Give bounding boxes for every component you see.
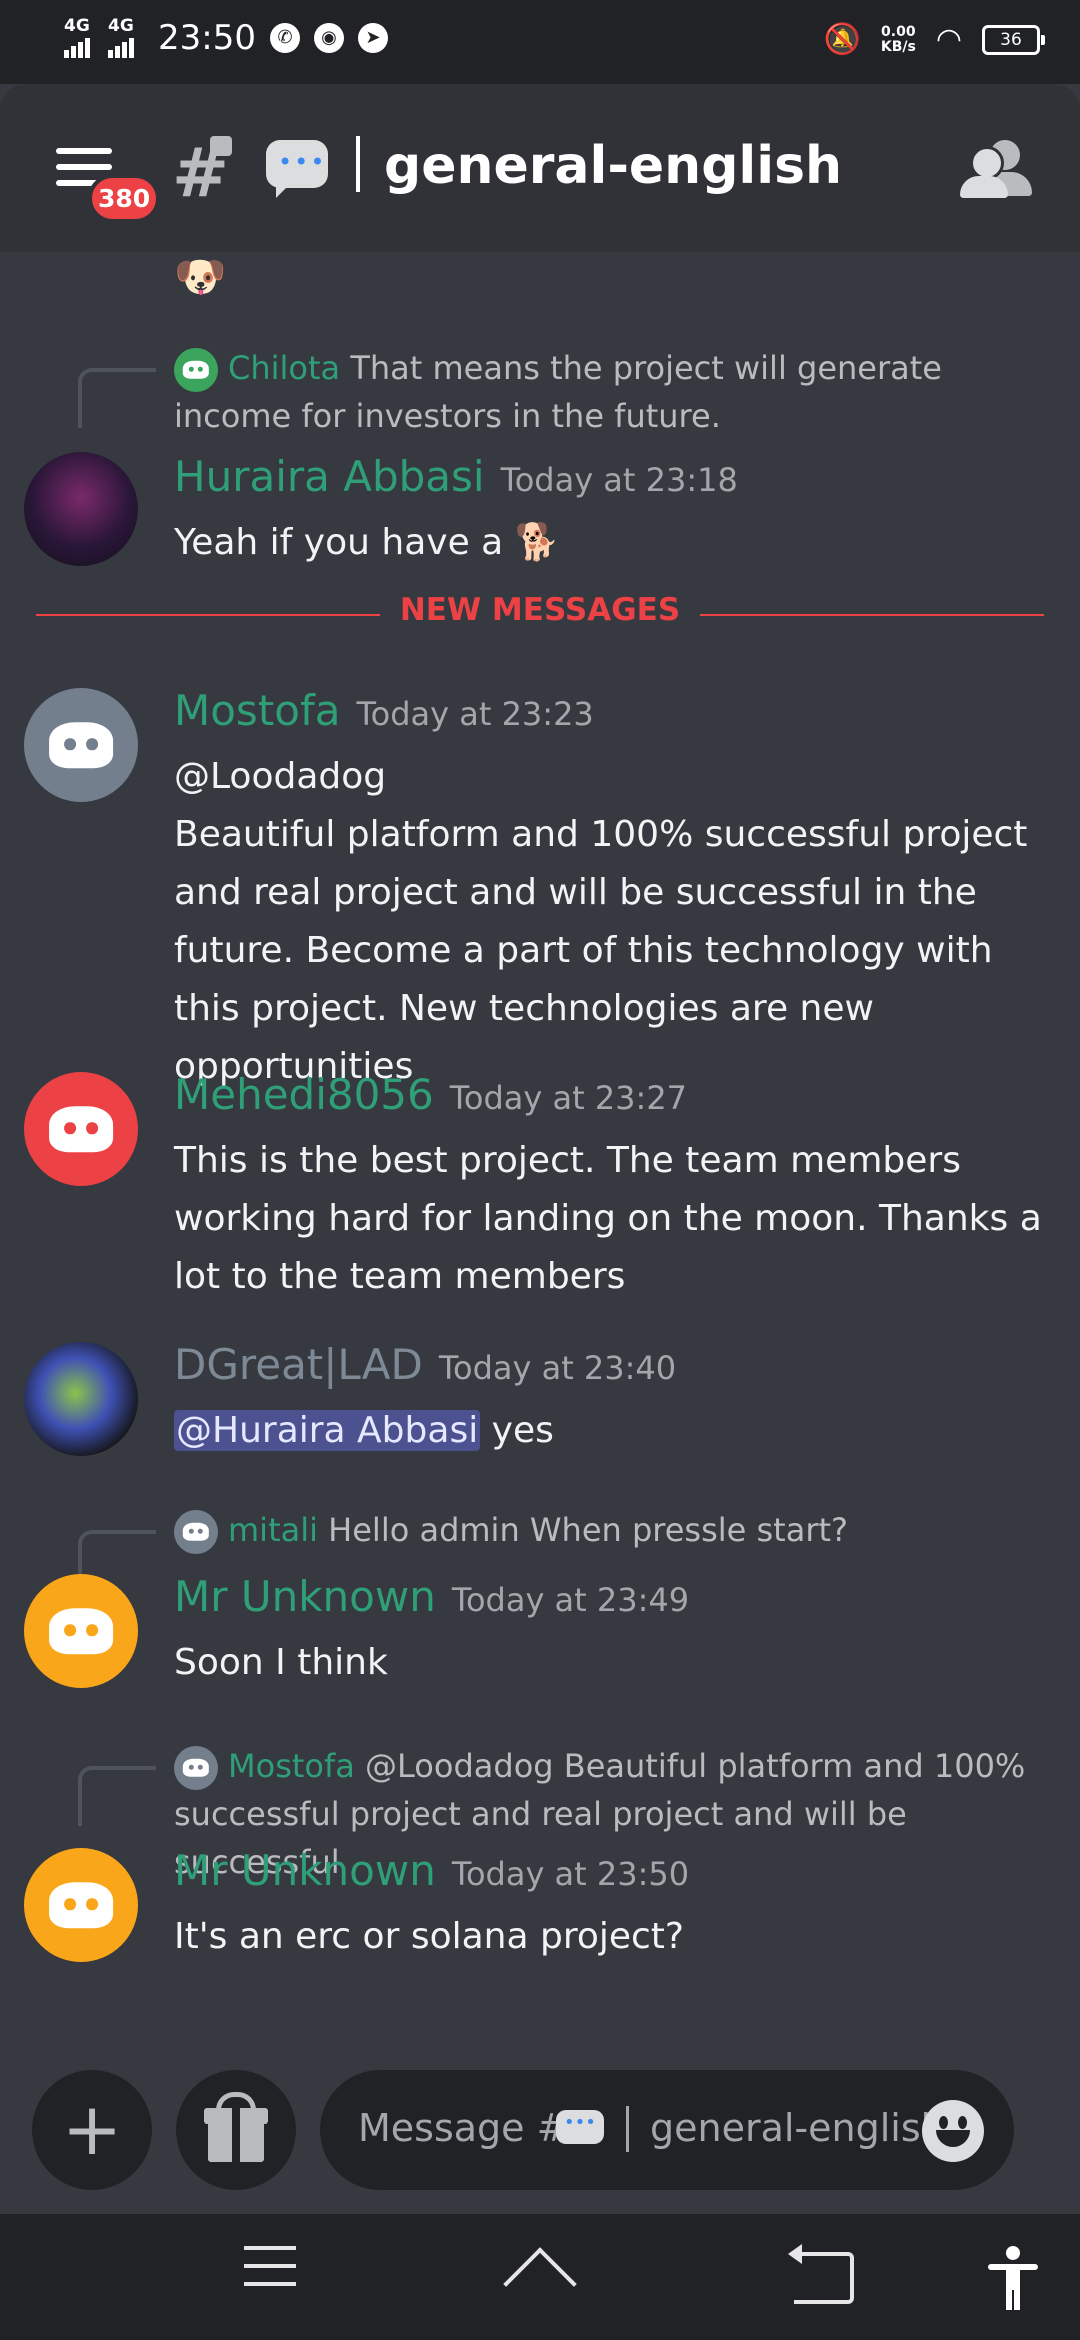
placeholder-channel: general-english xyxy=(650,2106,945,2150)
discord-icon: ◉ xyxy=(313,23,344,53)
divider xyxy=(356,136,360,192)
avatar[interactable] xyxy=(24,1574,138,1688)
add-attachment-button[interactable]: + xyxy=(32,2070,152,2190)
placeholder-prefix: Message # xyxy=(358,2106,569,2150)
divider xyxy=(626,2106,629,2152)
discord-avatar-icon xyxy=(174,1510,218,1554)
timestamp: Today at 23:23 xyxy=(356,695,594,733)
dog-emoji: 🐶 xyxy=(174,252,227,301)
members-icon[interactable] xyxy=(960,140,1036,198)
message-input[interactable]: Message # general-english xyxy=(320,2070,1014,2190)
author-name[interactable]: Mr Unknown xyxy=(174,1846,436,1895)
message-header: Mr Unknown Today at 23:50 xyxy=(174,1846,689,1895)
reply-preview[interactable]: Chilota That means the project will gene… xyxy=(174,344,1050,440)
avatar[interactable] xyxy=(24,452,138,566)
status-bar: 4G 4G 23:50 ✆ ◉ ➤ 🔕 0.00 KB/s ◠ 36 xyxy=(0,0,1080,84)
gift-button[interactable] xyxy=(176,2070,296,2190)
avatar[interactable] xyxy=(24,688,138,802)
mute-bell-icon: 🔕 xyxy=(823,22,861,57)
wifi-icon: ◠ xyxy=(935,22,962,57)
channel-header: 380 # general-english xyxy=(0,84,1080,252)
lock-icon xyxy=(210,136,232,156)
message-header: Mehedi8056 Today at 23:27 xyxy=(174,1070,687,1119)
message-header: DGreat|LAD Today at 23:40 xyxy=(174,1340,676,1389)
accessibility-icon[interactable] xyxy=(988,2246,1038,2310)
avatar[interactable] xyxy=(24,1848,138,1962)
mention[interactable]: @Huraira Abbasi xyxy=(174,1410,481,1451)
signal-icon-2: 4G xyxy=(108,16,138,58)
home-icon[interactable] xyxy=(503,2246,577,2321)
author-name[interactable]: Mostofa xyxy=(174,686,341,735)
message-text: Soon I think xyxy=(174,1642,388,1683)
avatar[interactable] xyxy=(24,1342,138,1456)
discord-avatar-icon xyxy=(174,348,218,392)
message-list[interactable]: 🐶 Chilota That means the project will ge… xyxy=(0,252,1080,2060)
author-name[interactable]: Mr Unknown xyxy=(174,1572,436,1621)
avatar[interactable] xyxy=(24,1072,138,1186)
message-text: @Loodadog Beautiful platform and 100% su… xyxy=(174,748,1058,1096)
channel-title[interactable]: general-english xyxy=(384,136,842,196)
reply-preview[interactable]: mitali Hello admin When pressle start? xyxy=(174,1506,1050,1554)
author-name[interactable]: DGreat|LAD xyxy=(174,1340,423,1389)
speech-bubble-icon xyxy=(266,140,328,198)
recent-apps-icon[interactable] xyxy=(244,2246,296,2300)
back-icon[interactable] xyxy=(788,2244,854,2304)
message-text: It's an erc or solana project? xyxy=(174,1916,685,1957)
message-text: @Huraira Abbasi yes xyxy=(174,1410,554,1451)
notification-badge: 380 xyxy=(88,174,161,223)
timestamp: Today at 23:40 xyxy=(438,1349,677,1387)
message-header: Mr Unknown Today at 23:49 xyxy=(174,1572,689,1621)
timestamp: Today at 23:50 xyxy=(451,1855,690,1893)
timestamp: Today at 23:27 xyxy=(449,1079,688,1117)
message-header: Huraira Abbasi Today at 23:18 xyxy=(174,452,738,501)
reply-connector xyxy=(78,1766,156,1826)
message-composer: + Message # general-english xyxy=(0,2060,1080,2214)
battery-icon: 36 xyxy=(982,24,1045,55)
mention-text[interactable]: @Loodadog xyxy=(174,748,1058,806)
clock: 23:50 xyxy=(158,18,256,58)
discord-avatar-icon xyxy=(174,1746,218,1790)
new-messages-divider: NEW MESSAGES xyxy=(0,592,1080,628)
speech-bubble-icon xyxy=(556,2110,604,2144)
reply-connector xyxy=(78,368,156,428)
author-name[interactable]: Mehedi8056 xyxy=(174,1070,434,1119)
message-text: This is the best project. The team membe… xyxy=(174,1140,1042,1297)
system-nav-bar xyxy=(0,2214,1080,2340)
timestamp: Today at 23:18 xyxy=(500,461,738,499)
signal-icon: 4G xyxy=(64,16,94,58)
author-name[interactable]: Huraira Abbasi xyxy=(174,452,485,501)
whatsapp-icon: ✆ xyxy=(269,23,300,53)
network-speed: 0.00 KB/s xyxy=(880,23,916,55)
message-header: Mostofa Today at 23:23 xyxy=(174,686,594,735)
timestamp: Today at 23:49 xyxy=(451,1581,690,1619)
message-text: Yeah if you have a 🐕 xyxy=(174,522,560,563)
emoji-icon[interactable] xyxy=(922,2100,984,2162)
telegram-icon: ➤ xyxy=(357,23,388,53)
